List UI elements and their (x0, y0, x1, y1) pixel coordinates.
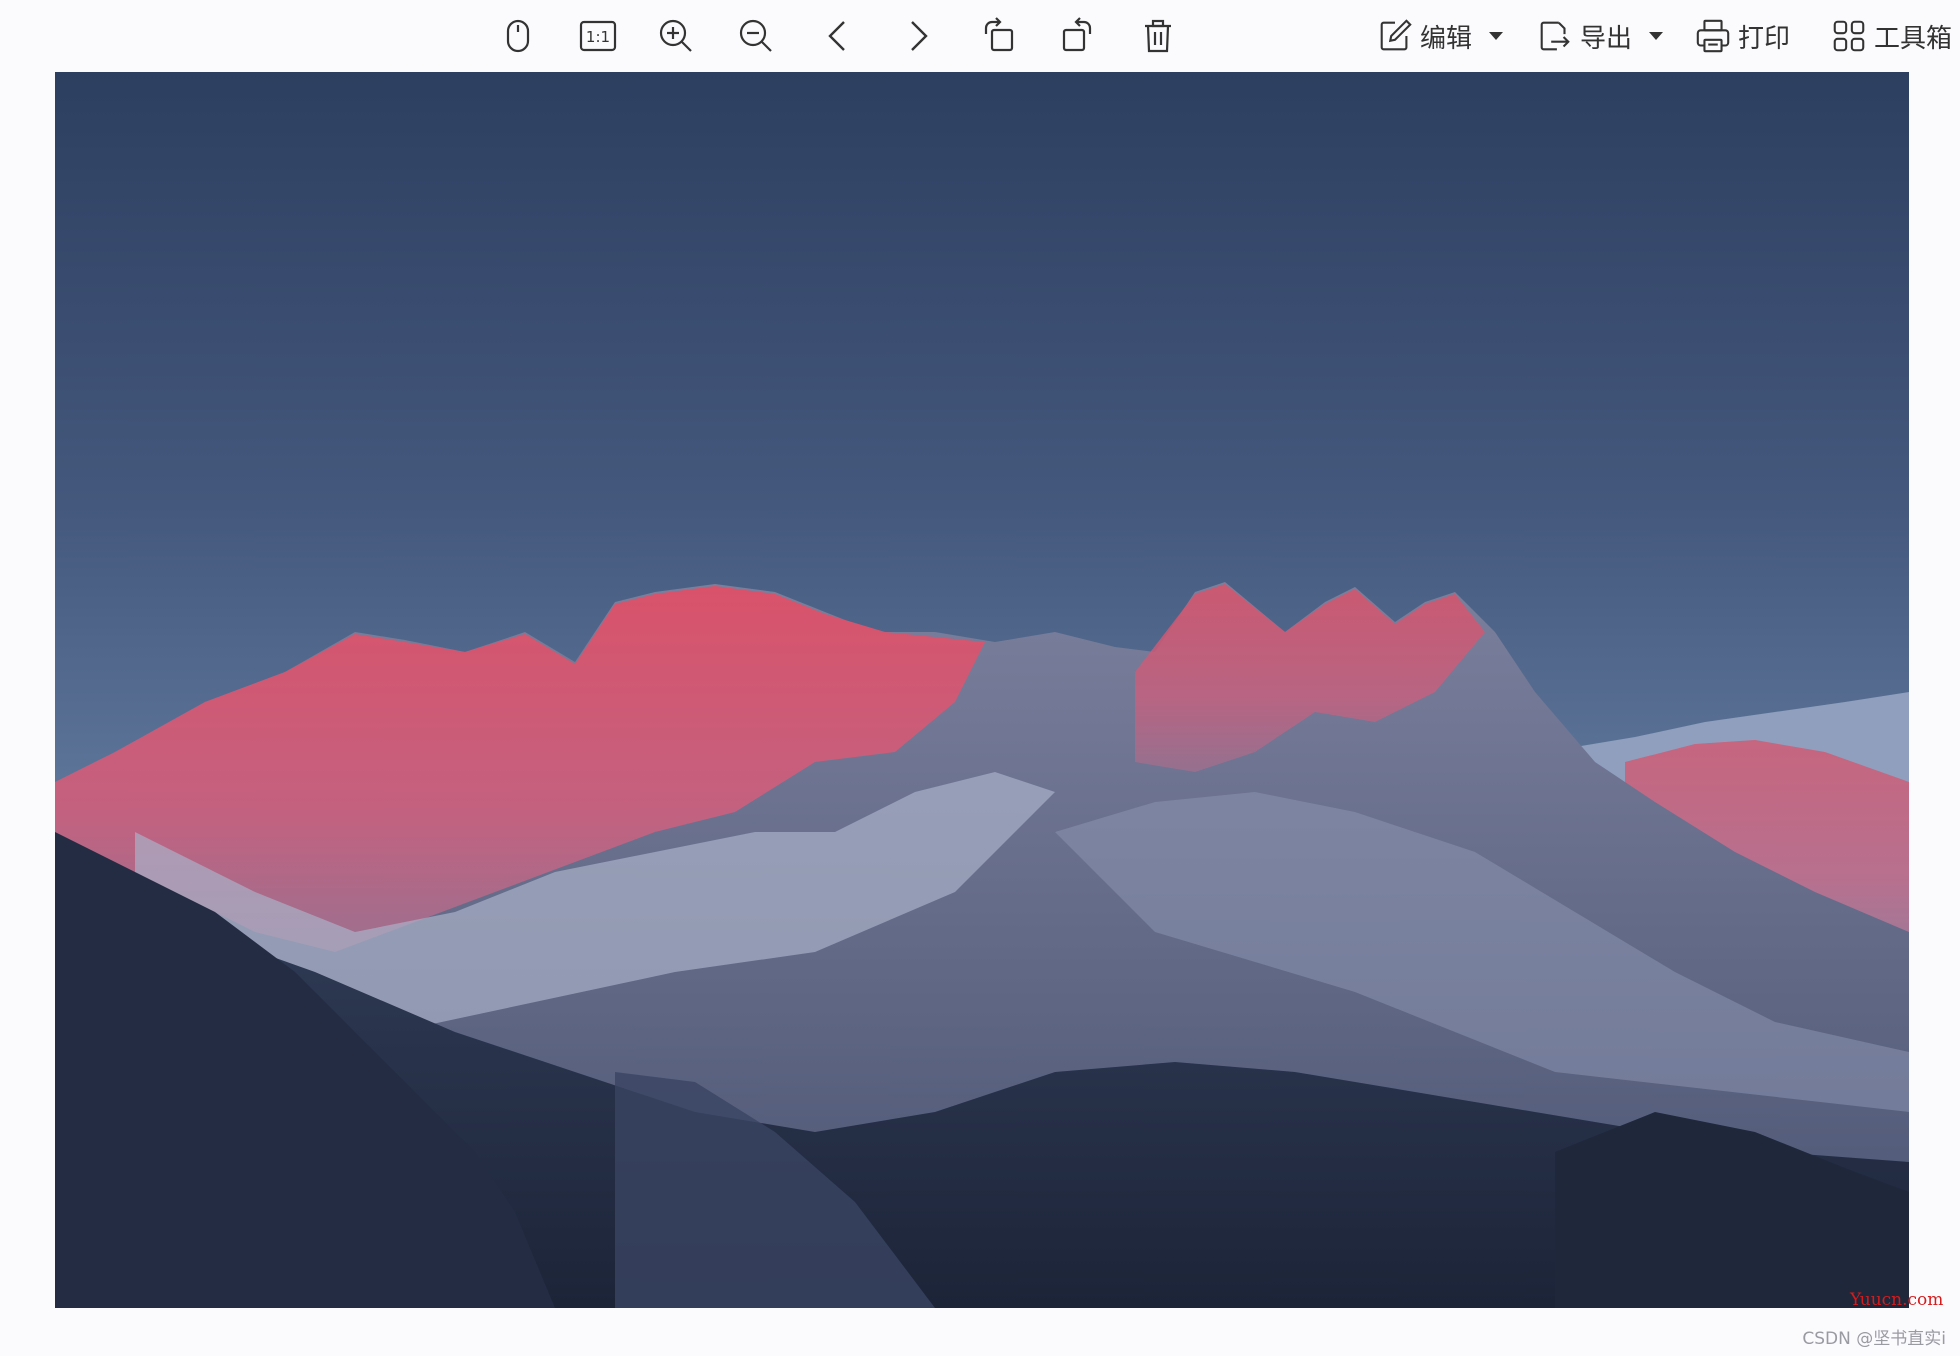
export-label: 导出 (1580, 23, 1633, 54)
export-icon (1540, 21, 1570, 51)
edit-icon (1380, 19, 1412, 51)
chevron-down-icon (1649, 32, 1664, 40)
delete-icon[interactable] (1134, 12, 1182, 60)
actual-size-icon[interactable]: 1:1 (574, 12, 622, 60)
previous-icon[interactable] (814, 12, 862, 60)
viewer-toolbar: 1:1 编辑 导出 打印 工具箱 (0, 0, 1960, 72)
author-watermark: CSDN @坚书直实i (1802, 1329, 1946, 1349)
site-watermark: Yuucn.com (1850, 1290, 1944, 1310)
mouse-icon[interactable] (494, 12, 542, 60)
rotate-left-icon[interactable] (974, 12, 1022, 60)
zoom-out-icon[interactable] (732, 12, 780, 60)
mountain-photo (55, 72, 1909, 1308)
printer-icon (1696, 19, 1730, 53)
edit-menu-button[interactable]: 编辑 (1376, 14, 1504, 58)
toolbox-button[interactable]: 工具箱 (1830, 14, 1952, 58)
toolbox-label: 工具箱 (1874, 23, 1953, 54)
edit-label: 编辑 (1420, 23, 1473, 54)
print-button[interactable]: 打印 (1694, 14, 1790, 58)
grid-icon (1833, 20, 1865, 52)
image-viewport[interactable] (55, 72, 1909, 1308)
next-icon[interactable] (894, 12, 942, 60)
print-label: 打印 (1738, 23, 1791, 54)
actual-size-text: 1:1 (586, 28, 610, 46)
export-menu-button[interactable]: 导出 (1536, 14, 1664, 58)
rotate-right-icon[interactable] (1054, 12, 1102, 60)
chevron-down-icon (1489, 32, 1504, 40)
zoom-in-icon[interactable] (652, 12, 700, 60)
